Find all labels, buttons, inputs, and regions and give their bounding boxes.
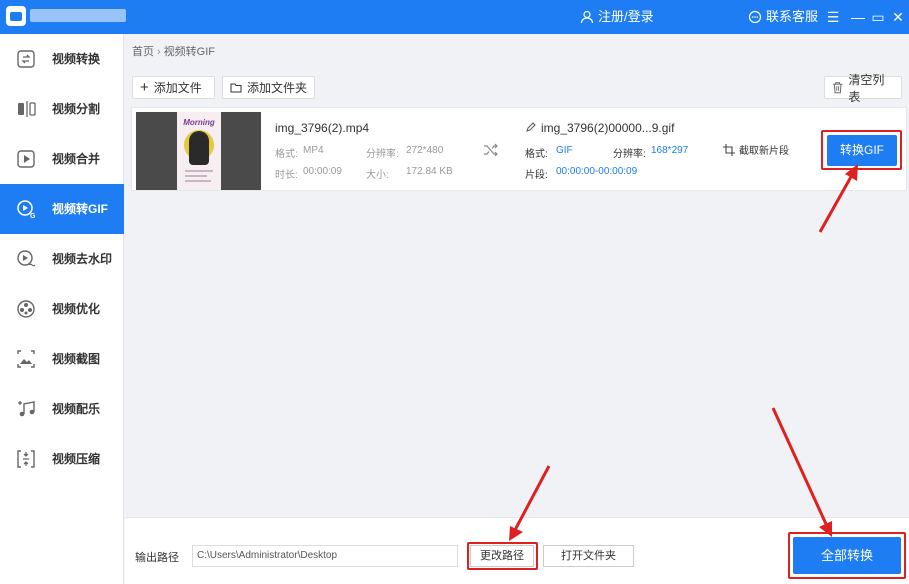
optimize-icon (14, 297, 38, 321)
sidebar-item-label: 视频截图 (52, 352, 101, 366)
source-resolution-value: 272*480 (406, 145, 444, 156)
crop-segment-label: 截取新片段 (739, 146, 789, 157)
app-title-redacted (30, 9, 126, 22)
maximize-button[interactable]: ▭ (869, 0, 887, 34)
sidebar-item-split[interactable]: 视频分割 (0, 84, 124, 134)
sidebar-item-watermark[interactable]: 视频去水印 (0, 234, 124, 284)
sidebar-item-label: 视频合并 (52, 152, 101, 166)
output-segment-key: 片段: (525, 170, 548, 181)
add-folder-button[interactable]: 添加文件夹 (222, 76, 315, 99)
sidebar-item-compress[interactable]: 视频压缩 (0, 434, 124, 484)
source-size-key: 大小: (366, 170, 389, 181)
convert-icon (14, 47, 38, 71)
breadcrumb-separator-icon: › (157, 46, 161, 58)
convert-gif-button[interactable]: 转换GIF (827, 135, 897, 166)
folder-icon (230, 83, 242, 92)
edit-icon (526, 122, 536, 132)
source-format-key: 格式: (275, 149, 298, 160)
shuffle-icon (484, 143, 498, 157)
sidebar-item-label: 视频分割 (52, 102, 101, 116)
sidebar-item-label: 视频去水印 (52, 252, 113, 266)
sidebar-item-label: 视频压缩 (52, 452, 101, 466)
thumbnail-line (185, 180, 211, 182)
sidebar-item-music[interactable]: 视频配乐 (0, 384, 124, 434)
video-thumbnail: Morning (136, 112, 261, 190)
change-path-button[interactable]: 更改路径 (470, 545, 534, 567)
convert-all-button[interactable]: 全部转换 (793, 537, 901, 574)
output-resolution-key: 分辨率: (613, 149, 646, 160)
crop-segment-button[interactable]: 截取新片段 (723, 142, 789, 157)
sidebar-item-label: 视频配乐 (52, 402, 101, 416)
customer-service-button[interactable]: 联系客服 (748, 0, 818, 34)
output-segment-value[interactable]: 00:00:00-00:00:09 (556, 166, 637, 177)
music-icon (14, 397, 38, 421)
title-bar: 注册/登录 联系客服 ☰ — ▭ ✕ (0, 0, 909, 34)
source-size-value: 172.84 KB (406, 166, 453, 177)
breadcrumb: 首页 › 视频转GIF (132, 43, 215, 59)
app-logo-icon (6, 6, 26, 26)
crop-icon (723, 143, 735, 156)
sidebar-item-label: 视频优化 (52, 302, 101, 316)
breadcrumb-home[interactable]: 首页 (132, 46, 154, 58)
output-resolution-value[interactable]: 168*297 (651, 145, 688, 156)
output-path-label: 输出路径 (135, 552, 179, 564)
output-path-field[interactable]: C:\Users\Administrator\Desktop (192, 545, 458, 567)
plus-icon: + (140, 79, 149, 96)
open-folder-button[interactable]: 打开文件夹 (543, 545, 634, 567)
sidebar-item-optimize[interactable]: 视频优化 (0, 284, 124, 334)
thumbnail-frame: Morning (177, 112, 221, 190)
close-button[interactable]: ✕ (889, 0, 907, 34)
thumbnail-title: Morning (183, 118, 215, 127)
file-list-item[interactable]: Morning img_3796(2).mp4 格式: MP4 分辨率: 272… (131, 107, 907, 191)
login-label: 注册/登录 (598, 9, 654, 24)
sidebar-item-convert[interactable]: 视频转换 (0, 34, 124, 84)
gif-icon: G (14, 197, 38, 221)
sidebar-item-label: 视频转GIF (52, 202, 108, 216)
thumbnail-line (185, 170, 213, 172)
svg-text:G: G (30, 213, 36, 220)
source-format-value: MP4 (303, 145, 324, 156)
source-file-name: img_3796(2).mp4 (275, 121, 370, 135)
login-button[interactable]: 注册/登录 (580, 0, 654, 34)
source-duration-value: 00:00:09 (303, 166, 342, 177)
sidebar-item-merge[interactable]: 视频合并 (0, 134, 124, 184)
clear-list-button[interactable]: 清空列表 (824, 73, 902, 104)
split-icon (14, 97, 38, 121)
main-panel: 首页 › 视频转GIF + 添加文件 添加文件夹 清空列表 Morning img_… (125, 34, 909, 584)
merge-icon (14, 147, 38, 171)
thumbnail-line (185, 175, 207, 177)
add-file-button[interactable]: + 添加文件 (132, 76, 215, 99)
output-file-name[interactable]: img_3796(2)00000...9.gif (541, 121, 674, 135)
sidebar-item-label: 视频转换 (52, 52, 101, 66)
menu-button[interactable]: ☰ (824, 0, 842, 34)
source-duration-key: 时长: (275, 170, 298, 181)
breadcrumb-current: 视频转GIF (163, 46, 216, 58)
compress-icon (14, 447, 38, 471)
bottom-bar: 输出路径 C:\Users\Administrator\Desktop 更改路径… (125, 517, 909, 584)
sidebar-item-gif[interactable]: G 视频转GIF (0, 184, 124, 234)
sidebar-item-screenshot[interactable]: 视频截图 (0, 334, 124, 384)
thumbnail-person (189, 131, 209, 165)
clear-list-label: 清空列表 (848, 72, 885, 104)
service-label: 联系客服 (766, 9, 819, 24)
add-file-label: 添加文件 (153, 81, 202, 95)
output-format-key: 格式: (525, 149, 548, 160)
minimize-button[interactable]: — (849, 0, 867, 34)
user-icon (580, 10, 594, 24)
add-folder-label: 添加文件夹 (247, 81, 308, 95)
sidebar: 视频转换 视频分割 视频合并 G 视频转GIF 视频去水印 视频优化 视频截图 … (0, 34, 124, 584)
chat-icon (748, 10, 762, 24)
trash-icon (832, 82, 843, 94)
watermark-icon (14, 247, 38, 271)
screenshot-icon (14, 347, 38, 371)
output-format-value[interactable]: GIF (556, 145, 573, 156)
source-resolution-key: 分辨率: (366, 149, 399, 160)
